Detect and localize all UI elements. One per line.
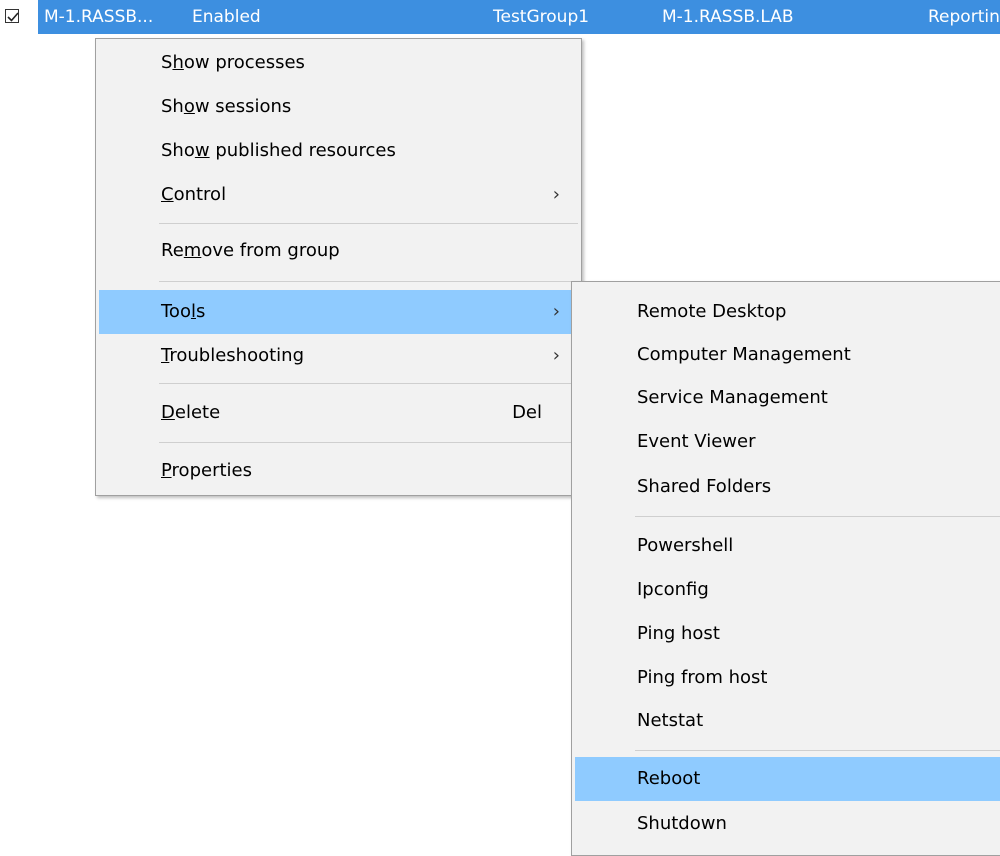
- menu-item-label: Shutdown: [637, 813, 727, 834]
- menu-separator: [159, 223, 578, 224]
- row-name: M-1.RASSB...: [44, 7, 154, 27]
- checkmark-icon: [5, 9, 19, 23]
- chevron-right-icon: ›: [552, 184, 560, 205]
- menu-item-shared-folders[interactable]: Shared Folders: [575, 465, 1000, 509]
- menu-separator: [159, 383, 578, 384]
- menu-item-ipconfig[interactable]: Ipconfig: [575, 568, 1000, 612]
- chevron-right-icon: ›: [552, 345, 560, 366]
- menu-item-troubleshooting[interactable]: Troubleshooting ›: [99, 334, 578, 378]
- menu-separator: [635, 516, 1000, 517]
- menu-item-label: Ipconfig: [637, 579, 709, 600]
- menu-item-netstat[interactable]: Netstat: [575, 699, 1000, 743]
- menu-item-control[interactable]: Control ›: [99, 173, 578, 217]
- menu-item-label: Remote Desktop: [637, 301, 787, 322]
- menu-item-label: Show processes: [161, 52, 305, 73]
- menu-item-show-sessions[interactable]: Show sessions: [99, 85, 578, 129]
- menu-item-shutdown[interactable]: Shutdown: [575, 802, 1000, 846]
- menu-item-show-published-resources[interactable]: Show published resources: [99, 129, 578, 173]
- menu-item-label: Event Viewer: [637, 431, 756, 452]
- menu-item-show-processes[interactable]: Show processes: [99, 41, 578, 85]
- menu-item-label: Show sessions: [161, 96, 292, 117]
- row-host: M-1.RASSB.LAB: [662, 7, 794, 27]
- row-group: TestGroup1: [493, 7, 590, 27]
- menu-item-label: Ping from host: [637, 667, 768, 688]
- menu-item-label: Ping host: [637, 623, 720, 644]
- menu-item-tools[interactable]: Tools ›: [99, 290, 578, 334]
- menu-separator: [159, 442, 578, 443]
- menu-item-label: Netstat: [637, 710, 704, 731]
- menu-item-label: Reboot: [637, 768, 701, 789]
- menu-separator: [635, 750, 1000, 751]
- menu-item-event-viewer[interactable]: Event Viewer: [575, 420, 1000, 464]
- shortcut-label: Del: [512, 402, 542, 423]
- menu-item-label: Remove from group: [161, 240, 340, 261]
- menu-item-label: Show published resources: [161, 140, 396, 161]
- menu-item-service-management[interactable]: Service Management: [575, 376, 1000, 420]
- menu-item-ping-host[interactable]: Ping host: [575, 612, 1000, 656]
- menu-item-powershell[interactable]: Powershell: [575, 524, 1000, 568]
- chevron-right-icon: ›: [552, 301, 560, 322]
- menu-item-delete[interactable]: Delete Del: [99, 391, 578, 435]
- menu-item-label: Delete: [161, 402, 221, 423]
- menu-item-ping-from-host[interactable]: Ping from host: [575, 656, 1000, 700]
- tools-submenu: Remote Desktop Computer Management Servi…: [571, 281, 1000, 856]
- row-status: Enabled: [192, 7, 261, 27]
- menu-item-label: Properties: [161, 460, 252, 481]
- menu-item-label: Tools: [161, 301, 206, 322]
- menu-item-label: Troubleshooting: [161, 345, 304, 366]
- menu-item-properties[interactable]: Properties: [99, 449, 578, 493]
- row-state: Reporting: [928, 7, 1000, 27]
- menu-item-label: Computer Management: [637, 344, 851, 365]
- menu-item-label: Shared Folders: [637, 476, 772, 497]
- menu-item-label: Service Management: [637, 387, 828, 408]
- menu-item-reboot[interactable]: Reboot: [575, 757, 1000, 801]
- menu-item-label: Control: [161, 184, 227, 205]
- menu-item-remove-from-group[interactable]: Remove from group: [99, 229, 578, 273]
- menu-item-remote-desktop[interactable]: Remote Desktop: [575, 290, 1000, 334]
- row-checkbox[interactable]: [0, 0, 38, 34]
- menu-item-label: Powershell: [637, 535, 734, 556]
- menu-separator: [159, 281, 578, 282]
- context-menu: Show processes Show sessions Show publis…: [95, 38, 582, 496]
- server-row[interactable]: M-1.RASSB... Enabled TestGroup1 M-1.RASS…: [0, 0, 1000, 34]
- menu-item-computer-management[interactable]: Computer Management: [575, 333, 1000, 377]
